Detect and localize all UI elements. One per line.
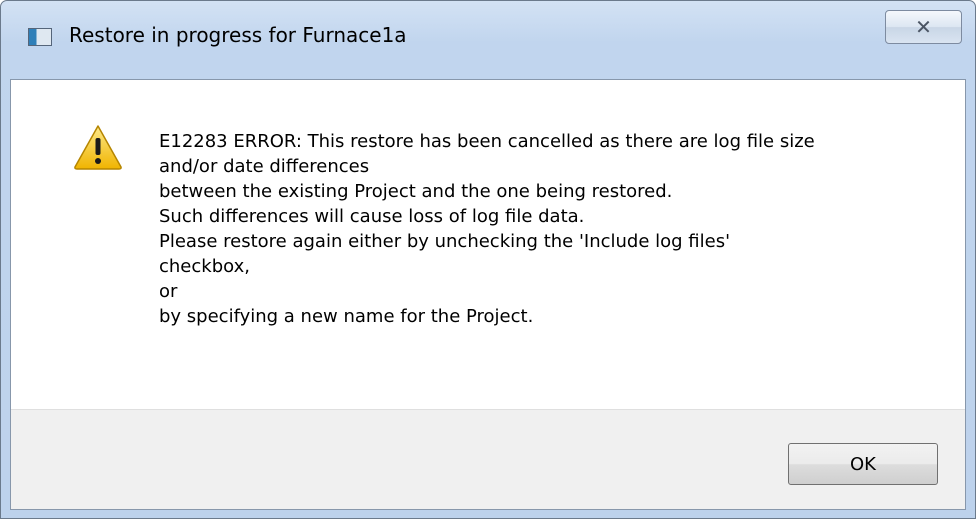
message-line: or — [159, 281, 178, 302]
message-line: by specifying a new name for the Project… — [159, 306, 534, 327]
application-window-icon — [28, 28, 52, 46]
ok-button[interactable]: OK — [788, 443, 938, 485]
window-title: Restore in progress for Furnace1a — [69, 23, 407, 47]
dialog-window: Restore in progress for Furnace1a ✕ E122… — [0, 0, 976, 519]
error-message: E12283 ERROR: This restore has been canc… — [159, 129, 949, 329]
message-line: Please restore again either by uncheckin… — [159, 231, 731, 252]
message-line: Such differences will cause loss of log … — [159, 206, 585, 227]
message-line: between the existing Project and the one… — [159, 181, 673, 202]
button-bar: OK — [11, 409, 965, 509]
title-bar[interactable]: Restore in progress for Furnace1a ✕ — [1, 1, 975, 79]
message-area: E12283 ERROR: This restore has been canc… — [11, 80, 965, 409]
close-button[interactable]: ✕ — [885, 10, 962, 44]
message-line: and/or date differences — [159, 156, 370, 177]
close-icon: ✕ — [915, 15, 932, 39]
dialog-client-area: E12283 ERROR: This restore has been canc… — [10, 79, 966, 510]
message-line: checkbox, — [159, 256, 250, 277]
warning-icon — [74, 125, 122, 170]
message-line: E12283 ERROR: This restore has been canc… — [159, 131, 815, 152]
